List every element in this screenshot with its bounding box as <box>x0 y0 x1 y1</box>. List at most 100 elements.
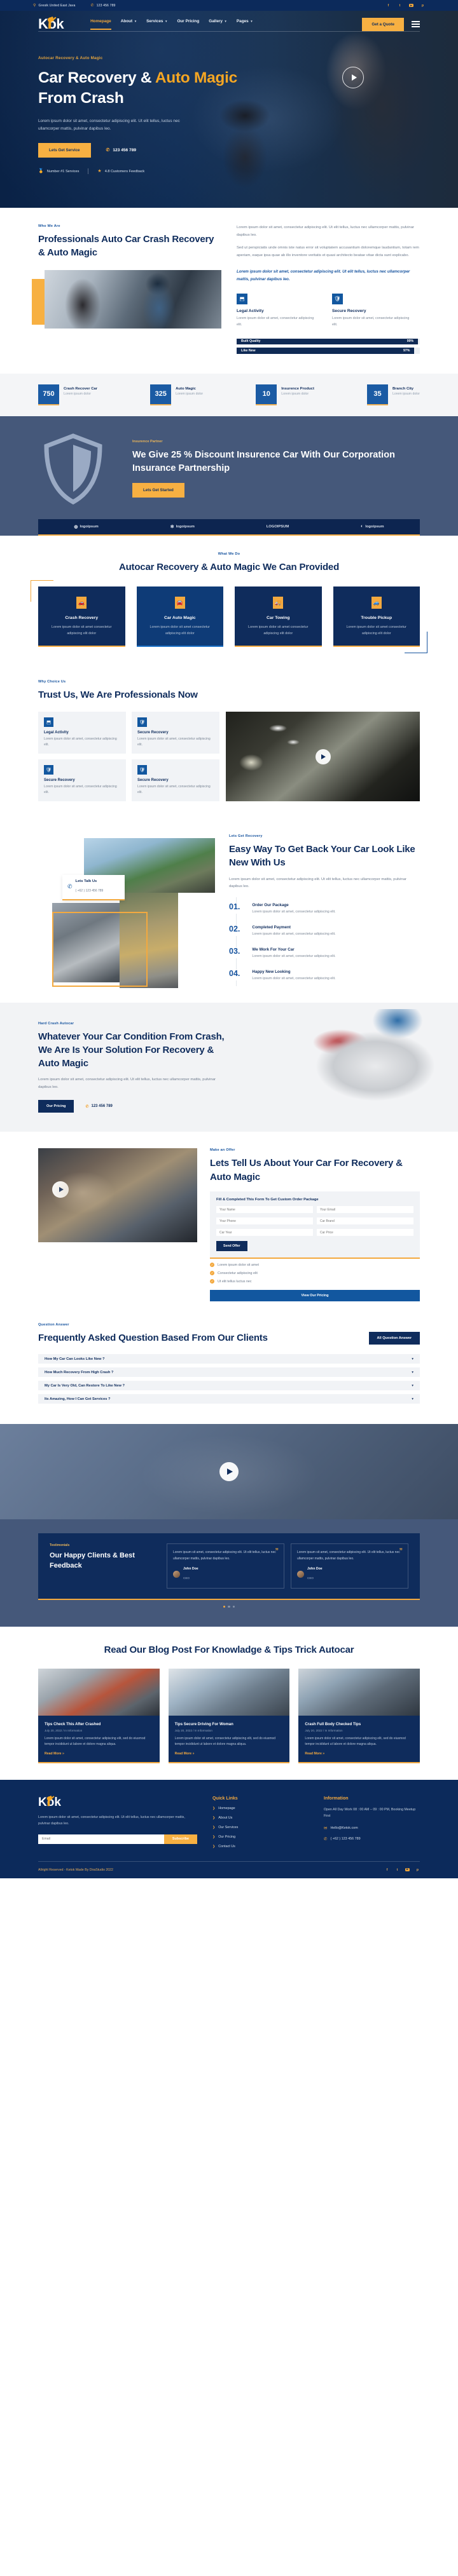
twitter-icon[interactable]: t <box>398 3 402 8</box>
all-question-answer-button[interactable]: All Question Answer <box>368 1332 420 1345</box>
phone-icon: ✆ <box>67 883 73 890</box>
progress-fill: Built Quality 99% <box>237 338 419 345</box>
nav-item-services[interactable]: Services ▼ <box>146 19 167 30</box>
footer-link-homepage[interactable]: ❯ Homepage <box>212 1807 309 1810</box>
footer-link-our-pricing[interactable]: ❯ Our Pricing <box>212 1835 309 1839</box>
map-pin-icon: ⚲ <box>33 3 36 8</box>
footer-link-about-us[interactable]: ❯ About Us <box>212 1816 309 1820</box>
get-a-quote-button[interactable]: Get a Quote <box>362 17 404 31</box>
blog-card[interactable]: Tips Secure Driving For Woman July 20, 2… <box>168 1668 290 1764</box>
booking-play-button[interactable] <box>52 1181 69 1198</box>
blog-post-excerpt: Lorem ipsum dolor sit amet, consectetur … <box>45 1736 146 1746</box>
partner-logo-text: LOGOIPSUM <box>266 524 289 529</box>
step-item: 03. We Work For Your Car Lorem ipsum dolo… <box>229 941 420 964</box>
chevron-down-icon: ▼ <box>224 19 227 23</box>
video-banner[interactable] <box>0 1424 458 1520</box>
email-field[interactable] <box>317 1206 413 1214</box>
why-card[interactable]: 🛡 Secure Recovery Lorem ipsum dolor sit … <box>132 759 219 801</box>
shield-icon: 🛡 <box>44 765 53 775</box>
footer-logo[interactable]: Kok <box>38 1796 197 1808</box>
blog-card[interactable]: Crash Full Body Checked Tips July 20, 20… <box>298 1668 420 1764</box>
counter-number: 10 <box>256 384 277 405</box>
nav-item-gallery[interactable]: Gallery ▼ <box>209 19 227 30</box>
faq-item[interactable]: How Much Recovery From High Crash ? ▾ <box>38 1367 420 1378</box>
step-item: 04. Happy New Looking Lorem ipsum dolor s… <box>229 963 420 986</box>
lets-get-service-button[interactable]: Lets Get Service <box>38 143 91 158</box>
carousel-dot[interactable] <box>223 1605 226 1608</box>
footer-link-contact-us[interactable]: ❯ Contact Us <box>212 1845 309 1848</box>
nav-item-homepage[interactable]: Homepage <box>90 19 111 30</box>
youtube-icon[interactable]: ▸ <box>405 1868 410 1871</box>
nav-item-pages[interactable]: Pages ▼ <box>237 19 253 30</box>
blog-post-meta: July 20, 2022 / In Information <box>45 1728 83 1732</box>
stamp-icon: ⬒ <box>44 717 53 728</box>
hero-phone[interactable]: ✆ 123 456 789 <box>106 148 137 153</box>
progress-label: Built Quality <box>241 339 261 344</box>
read-more-link[interactable]: Read More » <box>45 1752 153 1756</box>
facebook-icon[interactable]: f <box>386 3 391 8</box>
read-more-link[interactable]: Read More » <box>175 1752 284 1756</box>
car-brand-field[interactable] <box>317 1217 413 1225</box>
pinterest-icon[interactable]: p <box>420 3 425 8</box>
faq-item[interactable]: How My Car Can Looks Like New ? ▾ <box>38 1354 420 1364</box>
blog-post-title: Tips Secure Driving For Woman <box>174 1721 233 1726</box>
hamburger-menu-icon[interactable] <box>412 20 420 28</box>
video-play-button[interactable] <box>219 1462 239 1482</box>
subscribe-button[interactable]: Subscribe <box>163 1834 197 1844</box>
why-video-thumb[interactable] <box>226 712 420 801</box>
nav-item-about[interactable]: About ▼ <box>121 19 137 30</box>
newsletter-email-input[interactable] <box>38 1834 164 1844</box>
carousel-dots[interactable] <box>38 1605 420 1608</box>
why-play-button[interactable] <box>315 749 331 764</box>
blog-post-meta: July 20, 2022 / In Information <box>305 1728 343 1732</box>
lets-get-started-button[interactable]: Lets Get Started <box>132 483 184 498</box>
read-more-link[interactable]: Read More » <box>305 1752 413 1756</box>
footer-link-label: About Us <box>218 1816 233 1820</box>
about-paragraph-2: Sed ut perspiciatis unde omnis iste natu… <box>237 246 419 257</box>
sparkle-icon: ✻ <box>170 524 174 529</box>
footer-info-email[interactable]: ✉ Hello@Ketok.com <box>324 1826 420 1831</box>
nav-item-our-pricing[interactable]: Our Pricing <box>177 19 199 30</box>
carousel-dot[interactable] <box>228 1605 230 1608</box>
chevron-down-icon: ▼ <box>134 19 137 23</box>
twitter-icon[interactable]: t <box>395 1868 399 1873</box>
booking-check-list: ✓ Lorem ipsum dolor sit amet ✓ Consectetur… <box>210 1263 420 1284</box>
counter-item: 325 Auto Magic Lorem ipsum dolor <box>150 384 203 405</box>
topbar-location-text: Gresik United East Java <box>38 3 76 8</box>
faq-item[interactable]: My Car Is Very Old, Can Restore To Like … <box>38 1381 420 1391</box>
view-our-pricing-button[interactable]: View Our Pricing <box>210 1290 420 1302</box>
lets-talk-us-card[interactable]: ✆ Lets Talk Us ( +62 ) 123 456 789 <box>62 874 125 900</box>
why-card[interactable]: 🛡 Secure Recovery Lorem ipsum dolor sit … <box>38 759 126 801</box>
name-field[interactable] <box>216 1206 313 1214</box>
counter-number: 35 <box>367 384 389 405</box>
facebook-icon[interactable]: f <box>385 1868 389 1873</box>
service-card-car-auto-magic[interactable]: 🚘 Car Auto Magic Lorem ipsum dolor sit a… <box>136 586 223 647</box>
pinterest-icon[interactable]: p <box>415 1868 420 1873</box>
feature-title: Secure Recovery <box>332 309 366 314</box>
hard-phone[interactable]: ✆ 123 456 789 <box>85 1104 112 1109</box>
car-price-field[interactable] <box>317 1229 413 1237</box>
footer-info-phone[interactable]: ✆( +62 ) 123 456 789 <box>324 1836 420 1841</box>
blog-image <box>298 1668 420 1716</box>
why-card[interactable]: ⬒ Legal Activity Lorem ipsum dolor sit a… <box>38 712 126 754</box>
car-year-field[interactable] <box>216 1229 313 1237</box>
site-logo[interactable]: Kok <box>38 17 64 31</box>
our-pricing-button[interactable]: Our Pricing <box>38 1100 74 1113</box>
faq-item[interactable]: Its Amazing, How I Can Get Services ? ▾ <box>38 1394 420 1404</box>
about-image-wrap <box>32 269 221 329</box>
carousel-dot[interactable] <box>232 1605 235 1608</box>
service-title: Crash Recovery <box>65 615 99 620</box>
why-card[interactable]: 🛡 Secure Recovery Lorem ipsum dolor sit … <box>132 712 219 754</box>
topbar-phone[interactable]: ✆ 123 456 789 <box>90 4 115 8</box>
faq-kicker: Question Answer <box>38 1323 69 1327</box>
steps-title: Easy Way To Get Back Your Car Look Like … <box>229 843 415 869</box>
insurance-title: We Give 25 % Discount Insurence Car With… <box>132 450 395 474</box>
footer-link-our-services[interactable]: ❯ Our Services <box>212 1826 309 1829</box>
blog-card[interactable]: Tips Check This After Crashed July 20, 2… <box>38 1668 160 1764</box>
send-offer-button[interactable]: Send Offer <box>216 1241 247 1252</box>
service-card-car-towing[interactable]: 🚚 Car Towing Lorem ipsum dolor sit amet … <box>235 586 322 647</box>
phone-field[interactable] <box>216 1217 313 1225</box>
hero-play-button[interactable] <box>342 67 364 88</box>
insurance-section: Insurence Partner We Give 25 % Discount … <box>0 416 458 536</box>
youtube-icon[interactable]: ▸ <box>409 4 413 8</box>
